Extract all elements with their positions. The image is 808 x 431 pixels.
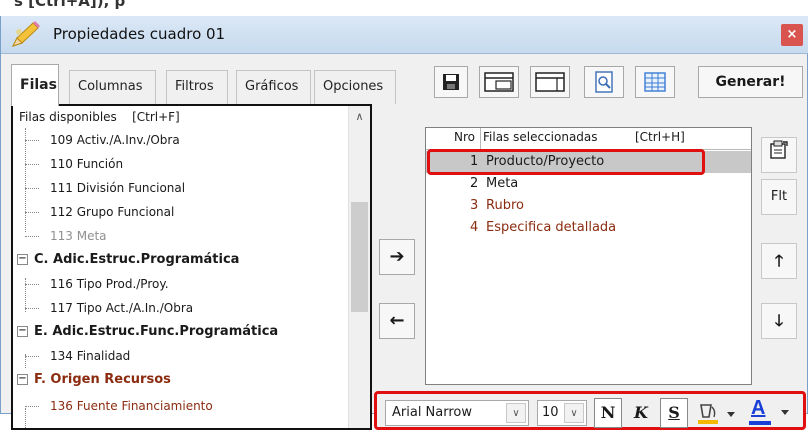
tree-group-label: F. Origen Recursos bbox=[34, 372, 171, 387]
row-number: 4 bbox=[470, 220, 479, 235]
font-size-value: 10 bbox=[542, 405, 559, 420]
list-item[interactable]: 4 Especifica detallada bbox=[426, 217, 751, 239]
paint-bucket-icon bbox=[698, 404, 735, 424]
layout-button[interactable] bbox=[479, 66, 519, 98]
chevron-up-icon[interactable]: ∧ bbox=[349, 106, 370, 126]
tree-item-label: 112 Grupo Funcional bbox=[50, 205, 175, 219]
tree-connector bbox=[25, 408, 26, 428]
shortcut-label: [Ctrl+H] bbox=[635, 130, 685, 144]
tree-item-label: 116 Tipo Prod./Proy. bbox=[50, 277, 169, 291]
chevron-down-icon[interactable]: ∨ bbox=[564, 403, 584, 423]
chevron-down-icon bbox=[781, 410, 789, 415]
tree-group-label: C. Adic.Estruc.Programática bbox=[34, 252, 240, 267]
tree-connector bbox=[25, 128, 26, 232]
tree-item-label: 113 Meta bbox=[50, 229, 107, 243]
tree-item-label: 110 Función bbox=[50, 157, 124, 171]
grid-icon bbox=[644, 72, 666, 92]
add-row-button[interactable]: ➔ bbox=[379, 239, 415, 275]
collapse-icon[interactable]: − bbox=[17, 254, 28, 265]
selected-column-header: Filas seleccionadas bbox=[483, 130, 598, 144]
tree-item-label: 111 División Funcional bbox=[50, 181, 186, 195]
format-toolbar: Arial Narrow ∨ 10 ∨ N K S A bbox=[374, 391, 806, 430]
tab-graficos[interactable]: Gráficos bbox=[236, 70, 311, 104]
row-number: 2 bbox=[470, 176, 479, 191]
chevron-down-icon[interactable]: ∨ bbox=[506, 403, 526, 423]
row-label: Especifica detallada bbox=[486, 220, 617, 235]
tab-filtros[interactable]: Filtros bbox=[166, 70, 228, 104]
grid-button[interactable] bbox=[635, 66, 675, 98]
tree-item-label: 117 Tipo Act./A.In./Obra bbox=[50, 301, 194, 315]
crop-text: s [Ctrl+A]), p bbox=[14, 0, 126, 10]
layout-icon bbox=[484, 72, 514, 92]
move-down-button[interactable]: 🡓 bbox=[761, 303, 797, 339]
italic-button[interactable]: K bbox=[627, 398, 655, 428]
close-button[interactable]: × bbox=[781, 24, 803, 46]
highlight-box bbox=[427, 149, 705, 175]
tab-filas[interactable]: Filas bbox=[11, 64, 59, 106]
preview-icon bbox=[595, 71, 613, 93]
available-rows-header: Filas disponibles [Ctrl+F] bbox=[19, 110, 180, 124]
selected-rows-header: Nro Filas seleccionadas [Ctrl+H] bbox=[426, 128, 751, 150]
font-color-icon: A bbox=[751, 397, 766, 419]
properties-window: Propiedades cuadro 01 × Filas Columnas F… bbox=[0, 16, 808, 430]
preview-button[interactable] bbox=[584, 66, 624, 98]
fill-color-button[interactable] bbox=[695, 399, 741, 427]
font-name-value: Arial Narrow bbox=[392, 405, 473, 420]
save-button[interactable] bbox=[434, 66, 468, 98]
list-item[interactable]: 2 Meta bbox=[426, 173, 751, 195]
available-rows-panel: Filas disponibles [Ctrl+F] 109 Activ./A.… bbox=[11, 104, 372, 430]
strike-button[interactable]: S bbox=[660, 398, 688, 428]
tree-item-label: 136 Fuente Financiamiento bbox=[50, 399, 213, 413]
pencil-icon bbox=[12, 21, 40, 47]
move-up-button[interactable]: 🡑 bbox=[761, 243, 797, 279]
properties-icon bbox=[770, 140, 788, 159]
remove-row-button[interactable]: ← bbox=[379, 303, 415, 339]
window-icon bbox=[535, 72, 565, 92]
tab-opciones[interactable]: Opciones bbox=[314, 70, 396, 104]
font-name-select[interactable]: Arial Narrow ∨ bbox=[385, 400, 529, 426]
row-number: 3 bbox=[470, 198, 479, 213]
bold-button[interactable]: N bbox=[594, 398, 622, 428]
tree-group-label: E. Adic.Estruc.Func.Programática bbox=[34, 324, 279, 339]
list-item[interactable]: 3 Rubro bbox=[426, 195, 751, 217]
tab-columnas[interactable]: Columnas bbox=[69, 70, 156, 104]
properties-button[interactable] bbox=[761, 137, 797, 173]
title-bar[interactable]: Propiedades cuadro 01 × bbox=[1, 16, 808, 54]
arrow-up-icon: 🡑 bbox=[774, 251, 784, 270]
collapse-icon[interactable]: − bbox=[17, 326, 28, 337]
font-color-button[interactable]: A bbox=[747, 397, 797, 427]
window-button[interactable] bbox=[530, 66, 570, 98]
tree-item-label: 109 Activ./A.Inv./Obra bbox=[50, 133, 180, 147]
vertical-scrollbar[interactable]: ∧ bbox=[348, 106, 370, 428]
font-size-select[interactable]: 10 ∨ bbox=[537, 400, 587, 426]
window-title: Propiedades cuadro 01 bbox=[53, 25, 226, 43]
generate-button[interactable]: Generar! bbox=[698, 66, 803, 98]
filter-button[interactable]: Flt bbox=[761, 179, 797, 215]
arrow-down-icon: 🡓 bbox=[774, 311, 784, 330]
scroll-thumb[interactable] bbox=[351, 202, 368, 312]
nro-column-header: Nro bbox=[454, 130, 475, 144]
row-label: Meta bbox=[486, 176, 519, 191]
save-icon bbox=[443, 74, 459, 90]
row-label: Rubro bbox=[486, 198, 524, 213]
collapse-icon[interactable]: − bbox=[17, 374, 28, 385]
tree-item-label: 134 Finalidad bbox=[50, 349, 131, 363]
